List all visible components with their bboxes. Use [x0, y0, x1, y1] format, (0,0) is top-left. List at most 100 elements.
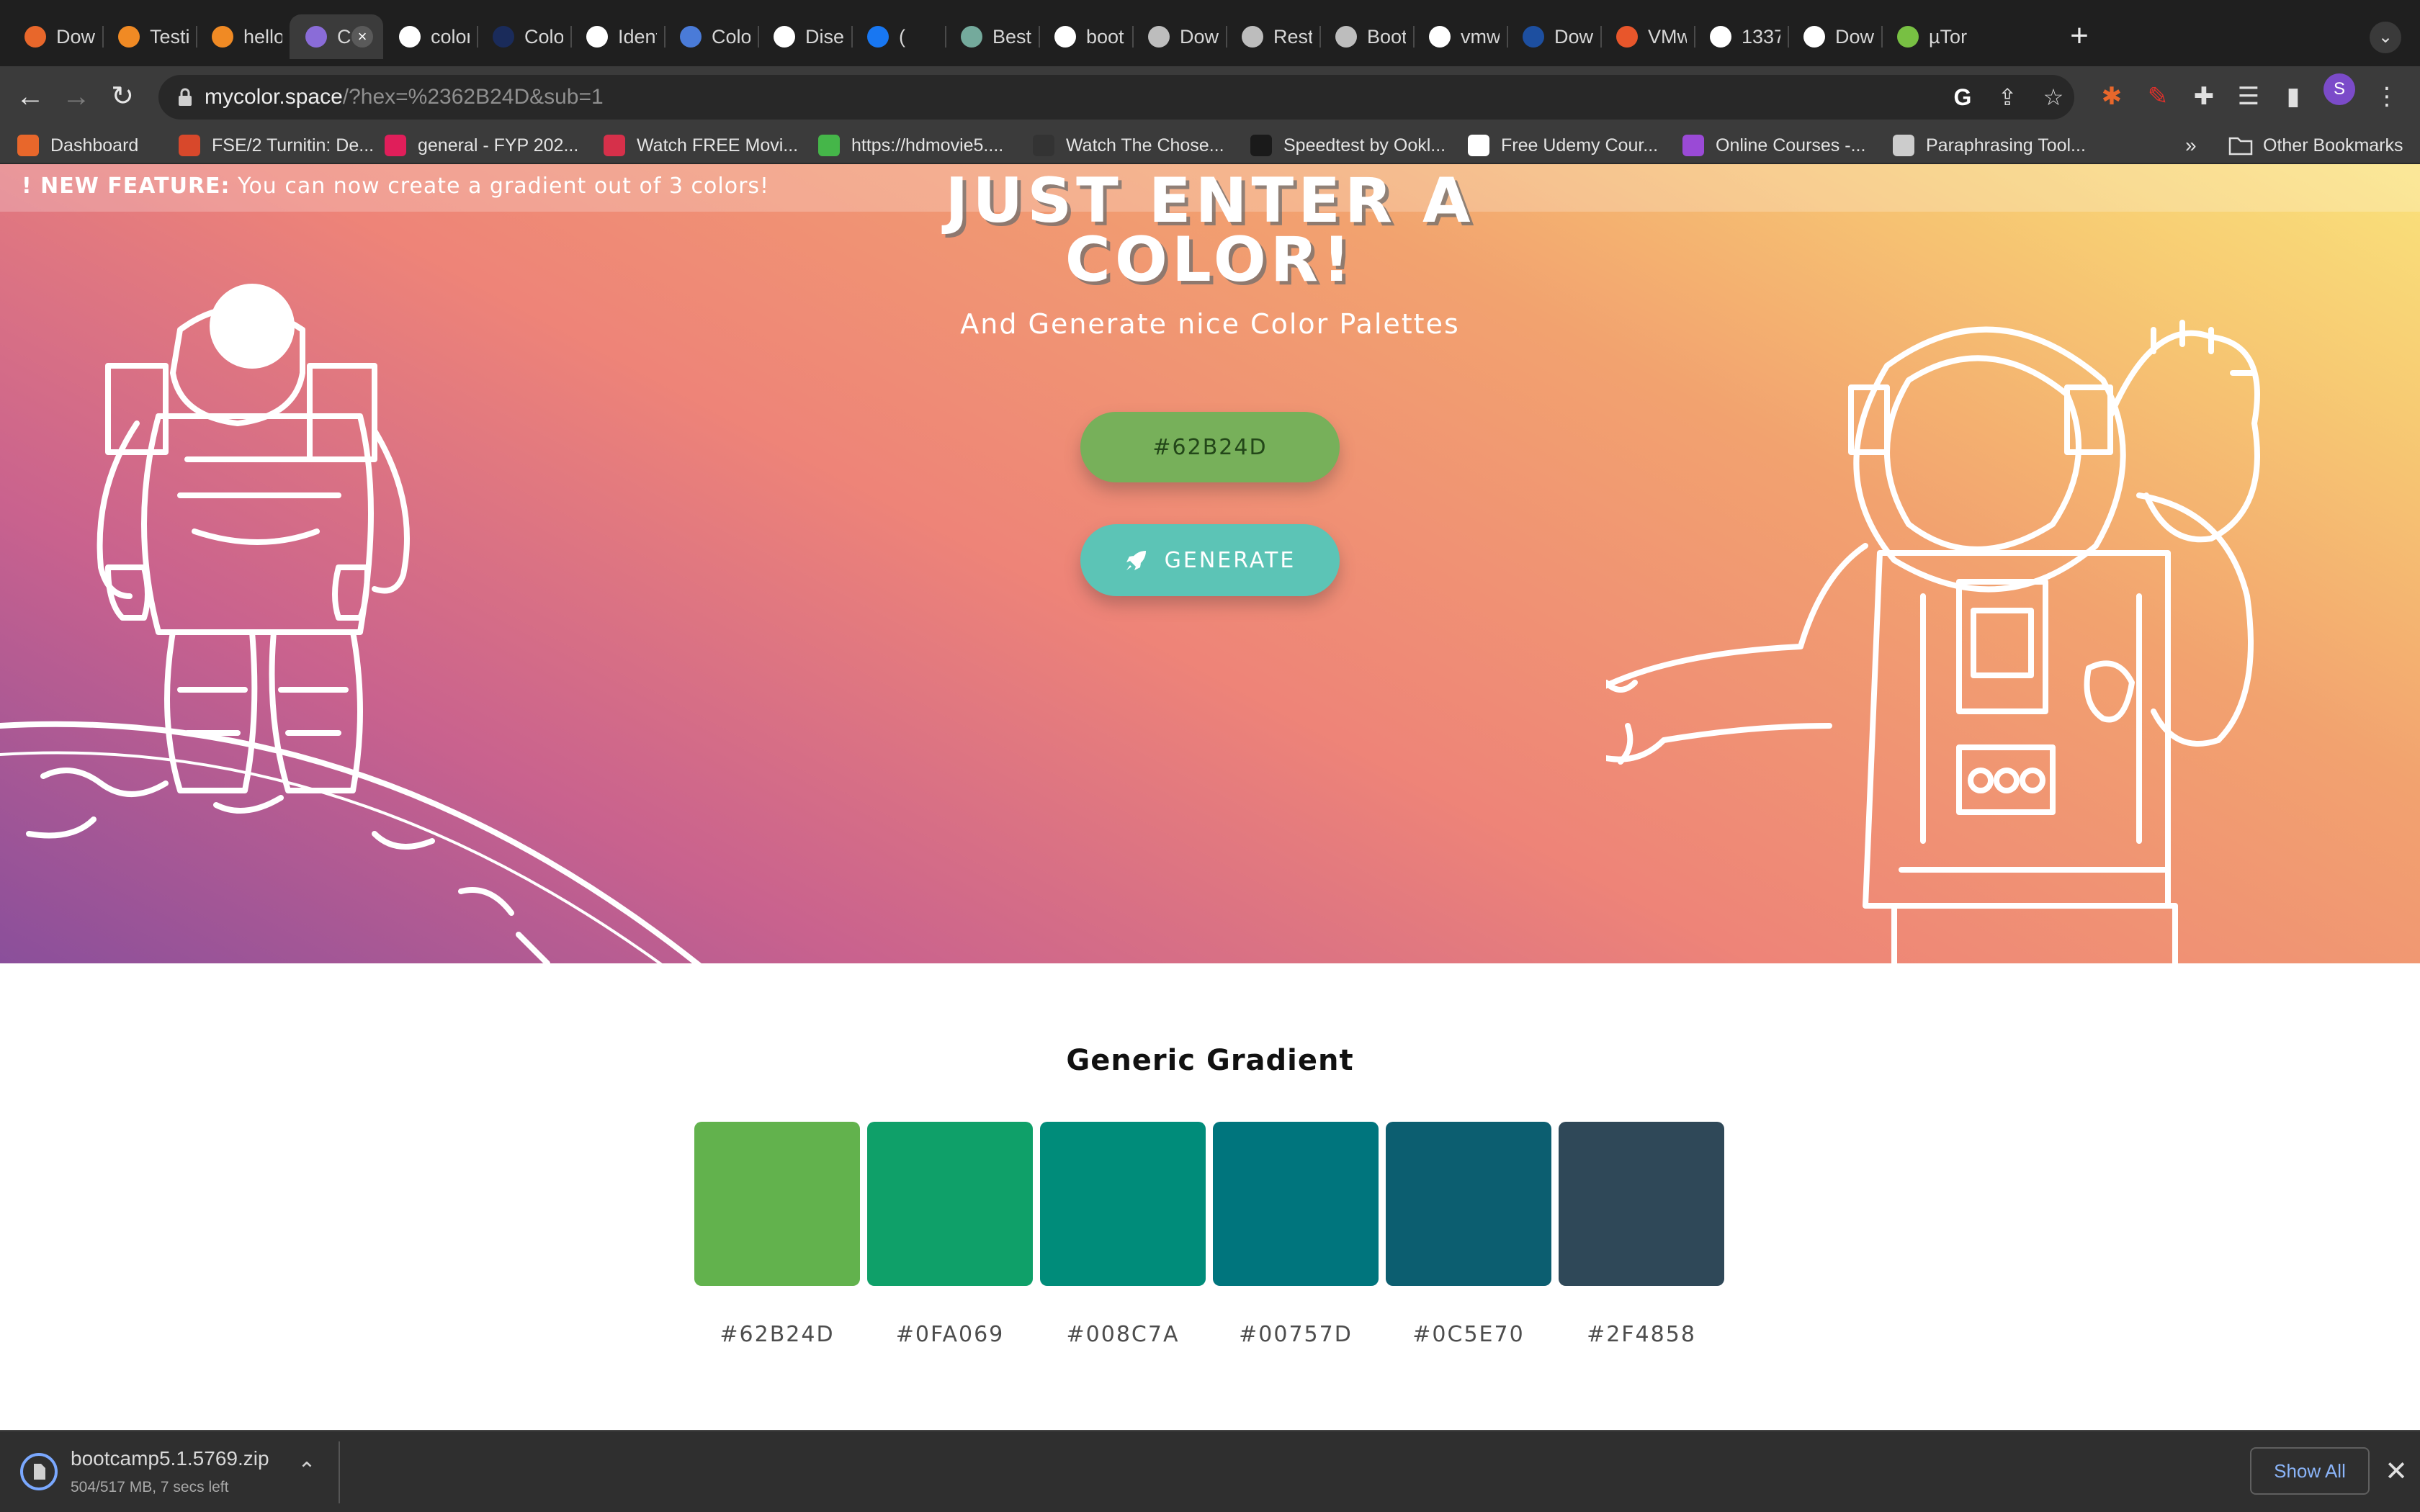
- bookmark-favicon-icon: [17, 135, 39, 156]
- browser-tab[interactable]: Dow: [1132, 14, 1226, 59]
- bookmark-item[interactable]: Dashboard: [17, 127, 138, 164]
- bookmark-favicon-icon: [1250, 135, 1272, 156]
- browser-tab[interactable]: color: [383, 14, 477, 59]
- download-file-icon[interactable]: [20, 1453, 58, 1490]
- tab-title: Rest: [1273, 25, 1312, 48]
- tab-title: Colo: [712, 25, 750, 48]
- bookmark-item[interactable]: Online Courses -...: [1682, 127, 1865, 164]
- bookmarks-overflow-button[interactable]: »: [2185, 127, 2197, 164]
- browser-tab[interactable]: hello: [196, 14, 290, 59]
- bookmark-item[interactable]: Watch The Chose...: [1033, 127, 1224, 164]
- bookmark-star-icon[interactable]: ☆: [2038, 82, 2069, 112]
- share-icon[interactable]: ⇪: [1992, 82, 2022, 112]
- browser-tab-strip: Dow Testi hello C× color Colo Ident Colo Dise ( Be…: [0, 0, 2420, 66]
- browser-tab[interactable]: Testi: [102, 14, 196, 59]
- apple-icon: [1242, 26, 1263, 48]
- color-swatch-hex-label[interactable]: #0C5E70: [1386, 1322, 1551, 1347]
- color-swatch[interactable]: [1213, 1122, 1379, 1286]
- reading-list-icon[interactable]: ☰: [2228, 76, 2269, 117]
- forward-button[interactable]: →: [56, 76, 97, 117]
- other-bookmarks-folder[interactable]: Other Bookmarks: [2228, 127, 2403, 164]
- url-text: mycolor.space/?hex=%2362B24D&sub=1: [205, 85, 604, 109]
- close-icon[interactable]: ✕: [2378, 1452, 2414, 1492]
- browser-tab[interactable]: Colo: [477, 14, 570, 59]
- hero-headline: JUST ENTER A COLOR!: [850, 170, 1570, 291]
- colorhunt-icon: [493, 26, 514, 48]
- bookmark-item[interactable]: Free Udemy Cour...: [1468, 127, 1658, 164]
- extensions-puzzle-icon[interactable]: ✚: [2184, 76, 2224, 117]
- hero-subheadline: And Generate nice Color Palettes: [960, 308, 1460, 340]
- browser-tab[interactable]: Dow: [1507, 14, 1600, 59]
- browser-tab[interactable]: µTorr: [1881, 14, 1975, 59]
- tab-title: Dow: [1835, 25, 1874, 48]
- browser-tab[interactable]: Colo: [664, 14, 758, 59]
- tab-title: (: [899, 25, 905, 48]
- browser-tab[interactable]: vmw: [1413, 14, 1507, 59]
- bookmark-item[interactable]: Paraphrasing Tool...: [1893, 127, 2086, 164]
- tab-title: Dow: [56, 25, 95, 48]
- bookmark-favicon-icon: [1468, 135, 1489, 156]
- bookmark-favicon-icon: [1682, 135, 1704, 156]
- bookmark-item[interactable]: general - FYP 202...: [385, 127, 578, 164]
- new-tab-button[interactable]: +: [2061, 19, 2097, 55]
- color-swatch-hex-label[interactable]: #62B24D: [694, 1322, 860, 1347]
- color-swatch-hex-label[interactable]: #00757D: [1213, 1322, 1379, 1347]
- browser-tab[interactable]: Boot: [1319, 14, 1413, 59]
- browser-tab[interactable]: (: [851, 14, 945, 59]
- chevron-up-icon[interactable]: ⌃: [291, 1453, 323, 1489]
- banner-prefix: ! NEW FEATURE:: [22, 174, 230, 199]
- browser-tab[interactable]: Ident: [570, 14, 664, 59]
- extension-pen-icon[interactable]: ✎: [2138, 76, 2178, 117]
- close-tab-icon[interactable]: ×: [351, 26, 373, 48]
- bookmark-item[interactable]: Speedtest by Ookl...: [1250, 127, 1446, 164]
- browser-tab[interactable]: 1337: [1694, 14, 1788, 59]
- color-hex-input[interactable]: [1080, 412, 1340, 482]
- tab-title: hello: [243, 25, 282, 48]
- browser-tab[interactable]: Rest: [1226, 14, 1319, 59]
- side-panel-icon[interactable]: ▮: [2273, 76, 2313, 117]
- color-swatch[interactable]: [1386, 1122, 1551, 1286]
- bookmark-favicon-icon: [385, 135, 406, 156]
- browser-tab[interactable]: boot: [1039, 14, 1132, 59]
- browser-tab[interactable]: Dow: [1788, 14, 1881, 59]
- color-swatch[interactable]: [1559, 1122, 1724, 1286]
- color-swatch-hex-label[interactable]: #008C7A: [1040, 1322, 1206, 1347]
- back-button[interactable]: ←: [10, 76, 50, 117]
- google-icon: [1429, 26, 1451, 48]
- color-swatch[interactable]: [694, 1122, 860, 1286]
- google-lens-icon[interactable]: G: [1948, 82, 1978, 112]
- browser-tab[interactable]: Dow: [9, 14, 102, 59]
- kebab-menu-icon[interactable]: ⋮: [2367, 76, 2407, 117]
- color-swatch-hex-label[interactable]: #0FA069: [867, 1322, 1033, 1347]
- address-bar[interactable]: mycolor.space/?hex=%2362B24D&sub=1 G ⇪ ☆: [158, 75, 2074, 120]
- bookmark-item[interactable]: FSE/2 Turnitin: De...: [179, 127, 374, 164]
- tab-title: µTorr: [1929, 25, 1968, 48]
- x-logo-icon: [1616, 26, 1638, 48]
- color-swatch[interactable]: [1040, 1122, 1206, 1286]
- color-swatch[interactable]: [867, 1122, 1033, 1286]
- extension-brave-icon[interactable]: ✱: [2092, 76, 2132, 117]
- tab-title: Ident: [618, 25, 657, 48]
- bookmark-item[interactable]: https://hdmovie5....: [818, 127, 1003, 164]
- bookmark-item[interactable]: Watch FREE Movi...: [604, 127, 798, 164]
- color-swatch-hex-label[interactable]: #2F4858: [1559, 1322, 1724, 1347]
- browser-tab[interactable]: C ×: [290, 14, 383, 59]
- profile-avatar[interactable]: S: [2323, 73, 2355, 105]
- browser-tab[interactable]: Dise: [758, 14, 851, 59]
- generate-button[interactable]: GENERATE: [1080, 524, 1340, 596]
- rocket-icon: [1126, 551, 1146, 570]
- tab-title: color: [431, 25, 470, 48]
- facebook-icon: [867, 26, 889, 48]
- tab-search-button[interactable]: ⌄: [2370, 22, 2401, 53]
- tab-title: 1337: [1742, 25, 1780, 48]
- show-all-downloads-button[interactable]: Show All: [2250, 1447, 2370, 1495]
- reload-button[interactable]: ↻: [102, 76, 143, 117]
- tab-list: Dow Testi hello C× color Colo Ident Colo Dise ( Be…: [9, 14, 1975, 59]
- astronaut-waving-illustration: [1606, 320, 2260, 963]
- planet-icon: [305, 26, 327, 48]
- google-icon: [1710, 26, 1731, 48]
- download-filename[interactable]: bootcamp5.1.5769.zip: [71, 1447, 269, 1470]
- browser-tab[interactable]: VMw: [1600, 14, 1694, 59]
- browser-tab[interactable]: Best: [945, 14, 1039, 59]
- book-icon: [118, 26, 140, 48]
